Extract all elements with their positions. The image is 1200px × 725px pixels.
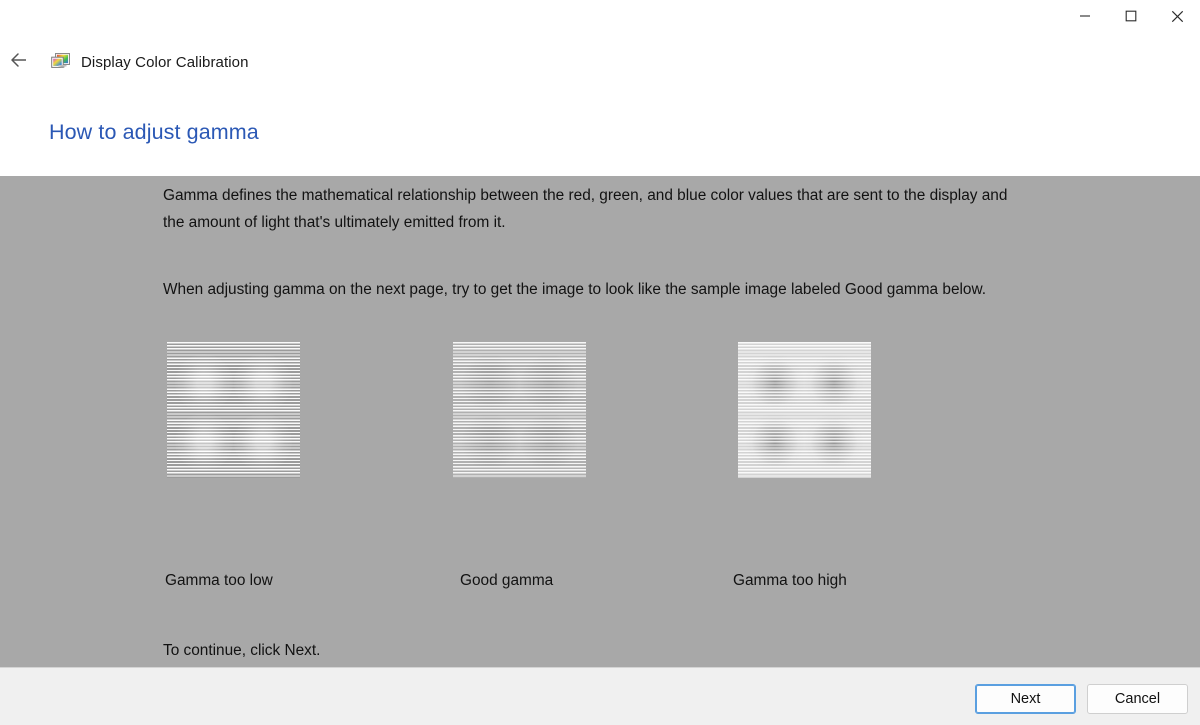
title-bar [0, 0, 1200, 32]
minimize-button[interactable] [1062, 0, 1108, 32]
gamma-patch-good [453, 342, 586, 478]
close-button[interactable] [1154, 0, 1200, 32]
footer-buttons: Next Cancel [975, 684, 1188, 714]
close-icon [1171, 10, 1184, 23]
minimize-icon [1079, 10, 1091, 22]
footer-bar: Next Cancel [0, 667, 1200, 725]
sample-caption-good-gamma: Good gamma [460, 572, 554, 589]
window-controls [1062, 0, 1200, 32]
back-arrow-icon [8, 49, 30, 76]
sample-caption-gamma-too-high: Gamma too high [733, 572, 847, 589]
sample-image-gamma-too-high [738, 342, 871, 478]
app-title: Display Color Calibration [81, 53, 249, 71]
continue-instruction: To continue, click Next. [163, 642, 321, 659]
sample-caption-gamma-too-low: Gamma too low [165, 572, 273, 589]
content-pane: Gamma defines the mathematical relations… [0, 176, 1200, 667]
page-title: How to adjust gamma [49, 120, 259, 144]
gamma-patch-low [167, 342, 300, 478]
back-button[interactable] [2, 45, 36, 79]
gamma-patch-high [738, 342, 871, 478]
display-color-icon [51, 52, 71, 72]
sample-images: Gamma too low Good gamma Gamma too high [0, 176, 1200, 667]
app-header: Display Color Calibration [0, 44, 1200, 80]
maximize-button[interactable] [1108, 0, 1154, 32]
display-color-calibration-window: Display Color Calibration How to adjust … [0, 0, 1200, 725]
next-button[interactable]: Next [975, 684, 1076, 714]
sample-image-good-gamma [453, 342, 586, 478]
sample-image-gamma-too-low [167, 342, 300, 478]
cancel-button[interactable]: Cancel [1087, 684, 1188, 714]
maximize-icon [1125, 10, 1137, 22]
